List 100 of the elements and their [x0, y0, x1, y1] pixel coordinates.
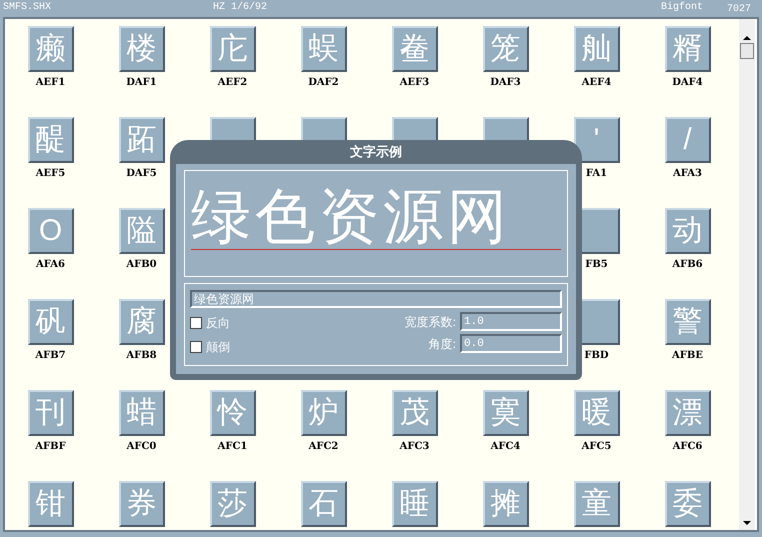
glyph-tile[interactable]: 庀 [210, 26, 256, 72]
field-label: 宽度系数: [404, 314, 456, 330]
glyph-code: DAF5 [126, 169, 157, 179]
glyph: 笼 [490, 34, 520, 64]
glyph-tile[interactable]: 蜡 [118, 390, 164, 436]
glyph: 隘 [126, 216, 156, 246]
glyph-tile[interactable]: 石 [300, 481, 346, 527]
glyph: 跖 [126, 125, 156, 155]
glyph-code: AEF1 [36, 78, 66, 88]
glyph-code: AEF5 [36, 169, 66, 179]
glyph-tile[interactable]: 舢 [574, 26, 620, 72]
glyph: 暖 [582, 398, 612, 428]
glyph-tile[interactable]: 睡 [392, 481, 438, 527]
glyph: 寞 [490, 398, 520, 428]
value-field[interactable]: 1.0 [460, 312, 562, 331]
glyph-code: AEF4 [582, 78, 612, 88]
glyph: 睡 [400, 489, 430, 519]
glyph: 腐 [126, 307, 156, 337]
glyph-code: AFB6 [672, 260, 703, 270]
glyph-tile[interactable]: 醍 [28, 117, 74, 163]
glyph-code: AFBE [672, 351, 703, 361]
text-field[interactable]: 绿色资源网 [190, 290, 562, 308]
glyph-tile[interactable]: ' [574, 117, 620, 163]
glyph: 炉 [308, 398, 338, 428]
glyph-tile[interactable]: 动 [664, 208, 710, 254]
glyph-tile[interactable]: 寞 [482, 390, 528, 436]
glyph-code: AFC0 [126, 442, 156, 452]
glyph-code: AFC4 [490, 442, 520, 452]
glyph-code: AEF2 [218, 78, 248, 88]
glyph-tile[interactable]: 鲞 [392, 26, 438, 72]
glyph: 警 [672, 307, 702, 337]
glyph-tile[interactable]: 楼 [118, 26, 164, 72]
glyph-tile[interactable]: O [28, 208, 74, 254]
glyph-tile[interactable]: 钳 [28, 481, 74, 527]
dialog-title: 文字示例 [349, 143, 403, 161]
glyph-code: FA1 [586, 169, 608, 179]
value-field[interactable]: 0.0 [460, 334, 562, 353]
glyph-tile[interactable]: 隘 [118, 208, 164, 254]
glyph-tile[interactable]: 摊 [482, 481, 528, 527]
field-label: 角度: [428, 336, 456, 352]
glyph-tile[interactable]: / [664, 117, 710, 163]
glyph-tile[interactable]: 暖 [574, 390, 620, 436]
glyph-code: AFBF [35, 442, 66, 452]
glyph: / [683, 125, 692, 155]
glyph: 鲞 [400, 34, 430, 64]
glyph-code: FBD [584, 351, 609, 361]
checkbox-label: 颠倒 [206, 339, 230, 356]
glyph-code: AFC5 [582, 442, 612, 452]
glyph-tile[interactable]: 莎 [210, 481, 256, 527]
glyph-tile[interactable]: 糈 [664, 26, 710, 72]
glyph-count: 7027 [727, 3, 752, 17]
glyph: 摊 [490, 489, 520, 519]
glyph: 怜 [218, 398, 248, 428]
glyph-code: FB5 [585, 260, 608, 270]
font-type: Bigfont [661, 0, 704, 15]
glyph: 庀 [218, 34, 248, 64]
file-name: SMFS.SHX [3, 1, 52, 15]
glyph-tile[interactable]: 委 [664, 481, 710, 527]
glyph: 莎 [218, 489, 248, 519]
glyph-code: DAF2 [308, 78, 339, 88]
glyph-code: AFC1 [218, 442, 248, 452]
glyph-tile[interactable]: 癞 [28, 26, 74, 72]
glyph: 舢 [582, 34, 612, 64]
glyph-tile[interactable]: 漂 [664, 390, 710, 436]
glyph-code: AEF3 [400, 78, 430, 88]
glyph-tile[interactable]: 刊 [28, 390, 74, 436]
glyph-tile[interactable]: 笼 [482, 26, 528, 72]
glyph-tile[interactable]: 腐 [118, 299, 164, 345]
glyph: 钳 [36, 489, 66, 519]
glyph-tile[interactable]: 矾 [28, 299, 74, 345]
glyph-code: DAF4 [672, 78, 703, 88]
glyph: 癞 [36, 34, 66, 64]
glyph-tile[interactable]: 童 [574, 481, 620, 527]
checkbox-label: 反向 [206, 315, 230, 332]
glyph-tile[interactable]: 茂 [392, 390, 438, 436]
glyph: 童 [582, 489, 612, 519]
glyph-code: AFB0 [126, 260, 157, 270]
glyph-code: AFC3 [400, 442, 430, 452]
glyph-code: AFB7 [35, 351, 66, 361]
glyph-code: DAF1 [126, 78, 157, 88]
glyph: 动 [672, 216, 702, 246]
glyph: 蜡 [126, 398, 156, 428]
glyph: 刊 [36, 398, 66, 428]
glyph-tile[interactable]: 跖 [118, 117, 164, 163]
glyph-tile[interactable]: 怜 [210, 390, 256, 436]
glyph-code: DAF3 [490, 78, 521, 88]
glyph-code: AFC6 [672, 442, 702, 452]
glyph: ' [594, 125, 600, 155]
glyph-code: AFB8 [126, 351, 157, 361]
glyph-tile[interactable]: 蜈 [300, 26, 346, 72]
glyph-code: AFC2 [308, 442, 338, 452]
glyph-tile[interactable]: 券 [118, 481, 164, 527]
glyph: 糈 [672, 34, 702, 64]
glyph: O [38, 216, 62, 246]
glyph-tile[interactable]: 警 [664, 299, 710, 345]
glyph-tile[interactable]: 炉 [300, 390, 346, 436]
glyph: 醍 [36, 125, 66, 155]
glyph: 委 [672, 489, 702, 519]
glyph: 茂 [400, 398, 430, 428]
glyph: 券 [126, 489, 156, 519]
